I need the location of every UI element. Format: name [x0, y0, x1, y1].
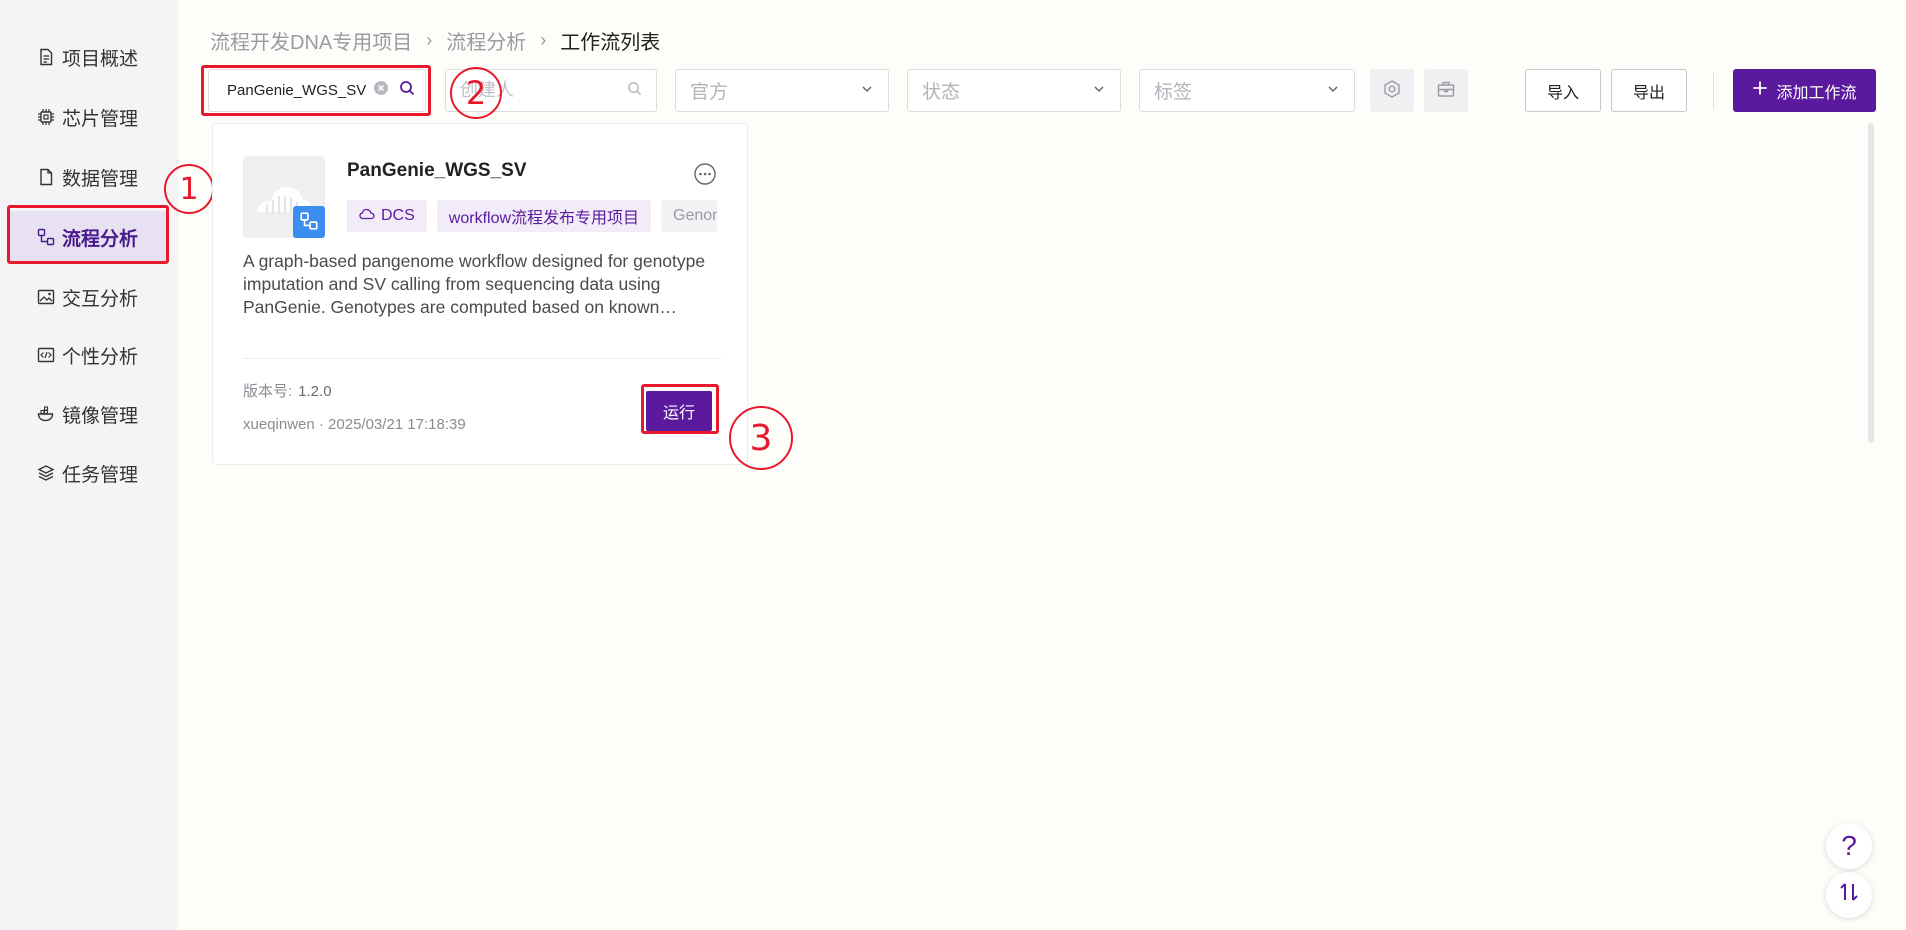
toolbox-button[interactable]	[1424, 69, 1468, 112]
chevron-down-icon	[1326, 80, 1340, 102]
sidebar-item-label: 数据管理	[62, 168, 139, 190]
toolbox-icon	[1436, 79, 1456, 102]
file-icon	[36, 167, 56, 187]
workflow-card[interactable]: PanGenie_WGS_SV DCS workflow流程发布专用项目 Gen…	[212, 123, 748, 465]
tag-select[interactable]: 标签	[1139, 69, 1355, 112]
status-select[interactable]: 状态	[907, 69, 1121, 112]
tag-genome: Genome	[661, 200, 717, 232]
sidebar-item-data-management[interactable]: 数据管理	[10, 151, 166, 203]
search-icon[interactable]	[627, 80, 642, 102]
settings-button[interactable]	[1370, 69, 1414, 112]
import-button[interactable]: 导入	[1525, 69, 1601, 112]
sidebar-item-label: 任务管理	[62, 464, 139, 486]
sidebar-item-label: 流程分析	[62, 228, 139, 250]
more-options-icon[interactable]	[693, 162, 717, 189]
add-workflow-label: 添加工作流	[1776, 84, 1857, 102]
workflow-type-badge	[293, 206, 325, 238]
search-field[interactable]	[208, 69, 426, 112]
official-select[interactable]: 官方	[675, 69, 889, 112]
sidebar-item-project-overview[interactable]: 项目概述	[10, 31, 166, 83]
breadcrumb-workflow-list: 工作流列表	[560, 32, 661, 54]
scroll-toggle-button[interactable]	[1826, 872, 1872, 918]
breadcrumb: 流程开发DNA专用项目 › 流程分析 › 工作流列表	[210, 26, 660, 55]
sidebar-item-task-management[interactable]: 任务管理	[10, 447, 166, 499]
workflow-tags: DCS workflow流程发布专用项目 Genome	[347, 200, 717, 232]
help-button[interactable]: ?	[1826, 823, 1872, 869]
cloud-icon	[359, 207, 375, 226]
chevron-right-icon: ›	[540, 30, 547, 50]
export-button[interactable]: 导出	[1611, 69, 1687, 112]
sidebar-item-label: 芯片管理	[62, 108, 139, 130]
sidebar-item-workflow-analysis[interactable]: 流程分析	[10, 211, 166, 263]
sidebar-item-interactive-analysis[interactable]: 交互分析	[10, 271, 166, 323]
chevron-right-icon: ›	[426, 30, 433, 50]
code-icon	[36, 345, 56, 365]
workflow-icon	[299, 211, 319, 234]
question-icon: ?	[1841, 830, 1857, 861]
tag-project: workflow流程发布专用项目	[436, 200, 652, 232]
plus-icon	[1752, 80, 1768, 101]
workflow-icon	[36, 227, 56, 247]
tag-label: DCS	[381, 207, 415, 224]
sidebar-item-chip-management[interactable]: 芯片管理	[10, 91, 166, 143]
search-icon[interactable]	[399, 80, 415, 102]
layers-icon	[36, 463, 56, 483]
scrollbar[interactable]	[1868, 123, 1874, 443]
sidebar: 项目概述 芯片管理 数据管理 流程分析 交互分析 个性分析 镜像管理 任务管理	[0, 0, 178, 930]
document-icon	[36, 47, 56, 67]
chevron-down-icon	[860, 80, 874, 102]
tag-dcs: DCS	[347, 200, 427, 232]
status-select-placeholder: 状态	[922, 82, 961, 103]
official-select-placeholder: 官方	[690, 82, 729, 103]
tag-select-placeholder: 标签	[1154, 82, 1193, 103]
annotation-marker-3: 3	[729, 406, 793, 470]
card-divider	[243, 358, 721, 359]
image-icon	[36, 287, 56, 307]
version-label: 版本号:	[243, 383, 293, 400]
annotation-marker-1: 1	[164, 164, 214, 214]
clear-icon[interactable]	[373, 80, 389, 102]
annotation-marker-2: 2	[450, 67, 502, 119]
add-workflow-button[interactable]: 添加工作流	[1733, 69, 1876, 112]
breadcrumb-workflow-analysis[interactable]: 流程分析	[446, 26, 526, 55]
run-button[interactable]: 运行	[646, 391, 712, 431]
sidebar-item-label: 个性分析	[62, 346, 139, 368]
version-info: 版本号: 1.2.0	[243, 380, 332, 401]
chip-icon	[36, 107, 56, 127]
sidebar-item-label: 镜像管理	[62, 405, 139, 427]
toolbar-divider	[1713, 72, 1714, 110]
sidebar-item-custom-analysis[interactable]: 个性分析	[10, 329, 166, 381]
sidebar-item-label: 交互分析	[62, 288, 139, 310]
workflow-description: A graph-based pangenome workflow designe…	[243, 251, 706, 317]
workflow-title[interactable]: PanGenie_WGS_SV	[347, 160, 527, 182]
sidebar-item-label: 项目概述	[62, 48, 139, 70]
version-value: 1.2.0	[298, 383, 332, 400]
swap-vertical-icon	[1837, 879, 1861, 911]
chevron-down-icon	[1092, 80, 1106, 102]
author-timestamp: xueqinwen · 2025/03/21 17:18:39	[243, 416, 466, 433]
hexagon-settings-icon	[1382, 79, 1402, 102]
sidebar-item-image-management[interactable]: 镜像管理	[10, 388, 166, 440]
docker-icon	[36, 404, 56, 424]
search-input[interactable]	[227, 82, 367, 99]
breadcrumb-project[interactable]: 流程开发DNA专用项目	[210, 26, 412, 55]
